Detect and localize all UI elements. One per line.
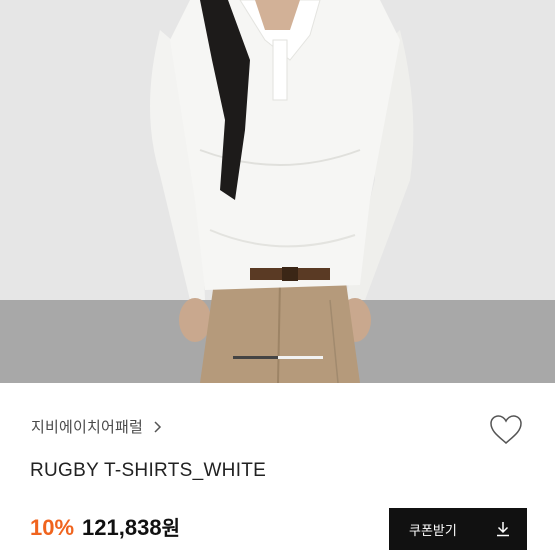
coupon-download-button[interactable]: 쿠폰받기 [389,508,527,550]
brand-name: 지비에이치어패럴 [31,419,144,436]
product-image[interactable] [0,0,555,383]
heart-icon[interactable] [488,412,524,448]
indicator-segment [233,356,278,359]
image-indicator [233,356,323,359]
sale-price: 121,838 [82,515,162,540]
brand-link[interactable]: 지비에이치어패럴 [31,416,165,437]
indicator-segment-active [278,356,323,359]
model-photo [0,0,555,383]
currency-label: 원 [161,518,180,540]
discount-rate: 10% [30,515,75,540]
product-title: RUGBY T-SHIRTS_WHITE [30,460,267,481]
chevron-right-icon [154,420,162,433]
coupon-button-label: 쿠폰받기 [409,522,457,538]
download-icon [497,522,509,537]
price-row: 10% 121,838 원 [30,512,180,541]
